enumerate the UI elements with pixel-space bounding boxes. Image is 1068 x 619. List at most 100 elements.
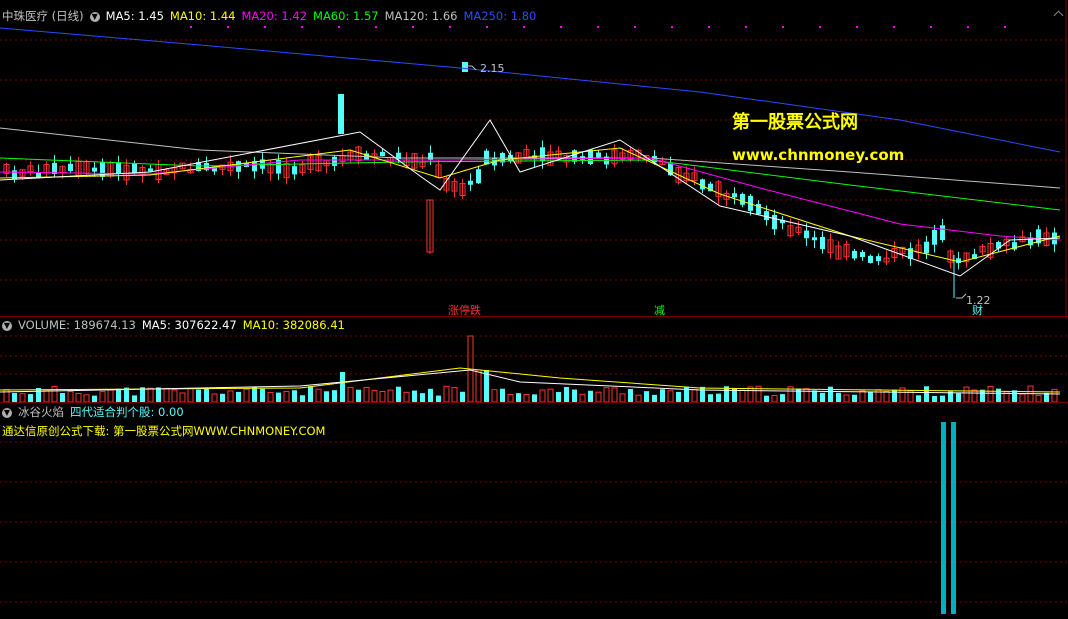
candle-down: [428, 152, 433, 160]
signal-dot: [893, 26, 895, 28]
volume-bar: [1012, 390, 1017, 402]
chevron-down-icon[interactable]: ▼: [89, 11, 100, 22]
volume-bar: [588, 390, 593, 402]
volume-bar: [308, 386, 313, 402]
volume-bar: [635, 394, 642, 402]
volume-bar: [163, 387, 170, 402]
volume-bar: [996, 388, 1001, 402]
volume-bar: [451, 387, 458, 402]
candle-down: [772, 214, 777, 230]
volume-bar: [859, 390, 866, 402]
candle-down: [876, 256, 881, 262]
candle-down: [588, 149, 593, 164]
volume-bar: [315, 388, 322, 402]
signal-bar: [951, 422, 956, 614]
volume-bar: [644, 391, 649, 402]
volume-bar: [75, 392, 82, 402]
volume-bar: [412, 390, 417, 402]
volume-bar: [428, 388, 433, 402]
indicator-header: ▼ 冰谷火焰 四代适合判个股: 0.00: [2, 404, 190, 420]
candlestick-chart[interactable]: [0, 0, 1068, 316]
candle-down: [732, 193, 737, 198]
candle-down: [820, 236, 825, 250]
ma20-label: MA20: 1.42: [241, 9, 308, 23]
candle-down: [236, 161, 241, 172]
candle-down: [332, 156, 337, 166]
volume-bar: [812, 390, 817, 402]
candle-down: [476, 169, 481, 184]
formula-source-text: 通达信原创公式下载: 第一股票公式网WWW.CHNMONEY.COM: [2, 424, 326, 438]
volume-bar: [700, 386, 705, 402]
signal-dot: [967, 26, 969, 28]
signal-dot: [301, 26, 303, 28]
candle-down: [468, 180, 473, 185]
volume-bar: [227, 390, 234, 402]
watermark-url: www.chnmoney.com: [732, 146, 905, 164]
volume-bar: [1019, 393, 1026, 402]
volume-bar: [716, 393, 721, 402]
volume-bar: [820, 392, 825, 402]
signal-dot: [560, 26, 562, 28]
volume-bar: [356, 389, 361, 402]
volume-bar: [747, 386, 754, 402]
volume-bar: [611, 387, 618, 402]
signal-dot: [930, 26, 932, 28]
candle-down: [740, 193, 745, 205]
volume-bar: [971, 389, 978, 402]
volume-panel[interactable]: ▼ VOLUME: 189674.13 MA5: 307622.47 MA10: 38…: [0, 316, 1068, 402]
volume-bar: [628, 389, 633, 402]
price-panel[interactable]: 中珠医疗 (日线) ▼ MA5: 1.45 MA10: 1.44 MA20: 1.42 M…: [0, 0, 1068, 317]
volume-bar: [236, 391, 241, 402]
candle-down: [868, 255, 873, 263]
volume-ma10-label: MA10: 382086.41: [242, 318, 345, 332]
volume-bar: [300, 395, 305, 402]
volume-bar: [780, 394, 785, 402]
signal-dot: [449, 26, 451, 28]
volume-bar: [60, 393, 65, 402]
ma250-line: [0, 27, 1061, 153]
volume-bar: [924, 386, 929, 402]
volume-bar: [276, 392, 281, 402]
signal-dot: [264, 26, 266, 28]
volume-bar: [99, 391, 106, 402]
indicator-title[interactable]: 冰谷火焰: [18, 405, 64, 419]
candle-down: [36, 172, 41, 178]
candle-down: [812, 237, 817, 241]
volume-bar: [547, 388, 554, 402]
candle-down: [380, 151, 385, 157]
volume-bar: [204, 388, 209, 402]
volume-bar: [116, 388, 121, 402]
volume-bar: [28, 394, 33, 402]
price-header: 中珠医疗 (日线) ▼ MA5: 1.45 MA10: 1.44 MA20: 1.42 M…: [2, 8, 542, 24]
volume-bar: [460, 391, 465, 402]
candle-down: [148, 168, 153, 172]
volume-bar: [332, 390, 337, 402]
volume-bar: [956, 393, 961, 402]
candle-down: [852, 250, 857, 259]
watermark-site-name: 第一股票公式网: [732, 112, 858, 133]
volume-bar: [987, 385, 994, 402]
signal-dot: [634, 26, 636, 28]
volume-bar: [852, 394, 857, 402]
ma5-label: MA5: 1.45: [105, 9, 164, 23]
volume-bar: [420, 393, 425, 402]
signal-dot: [856, 26, 858, 28]
volume-bar: [1051, 388, 1058, 402]
candle-down: [92, 167, 97, 172]
indicator-panel[interactable]: ▼ 冰谷火焰 四代适合判个股: 0.00 通达信原创公式下载: 第一股票公式网WWW…: [0, 402, 1068, 619]
volume-bar: [475, 369, 482, 402]
volume-bar: [107, 389, 114, 402]
volume-bar: [243, 388, 250, 402]
volume-bar: [619, 393, 626, 402]
stock-name[interactable]: 中珠医疗 (日线): [2, 9, 84, 23]
volume-bar: [171, 389, 178, 402]
volume-bar: [179, 392, 186, 402]
chevron-down-icon[interactable]: ▼: [2, 407, 12, 418]
volume-bar: [516, 393, 521, 402]
volume-bar: [267, 391, 274, 402]
volume-bar: [963, 386, 970, 402]
volume-bar: [67, 391, 74, 402]
volume-bar: [347, 386, 354, 402]
volume-bar: [556, 392, 561, 402]
chevron-down-icon[interactable]: ▼: [2, 320, 12, 331]
